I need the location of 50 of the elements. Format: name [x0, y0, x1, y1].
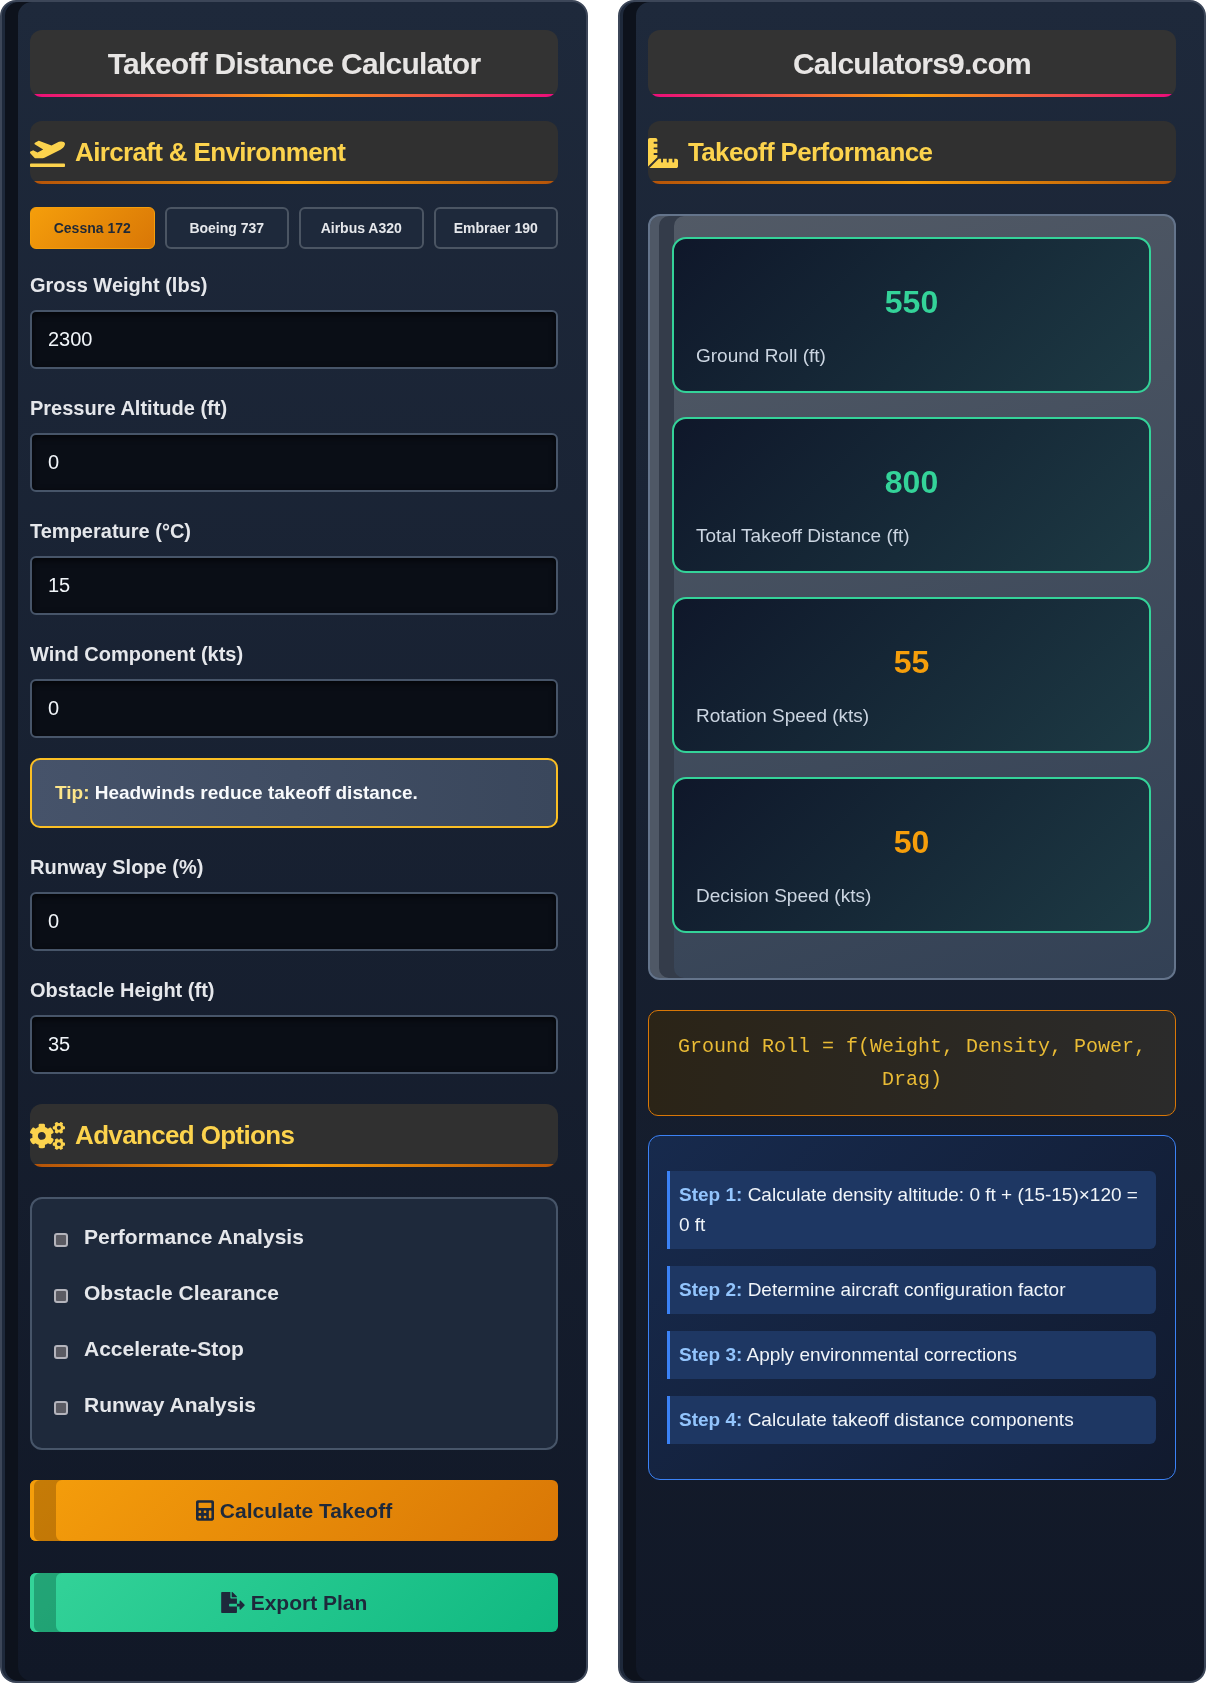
metric-label: Ground Roll (ft): [696, 345, 826, 367]
document-arrow-icon: [220, 1592, 245, 1613]
aircraft-preset-button[interactable]: Embraer 190: [433, 207, 558, 249]
tip-note: Tip: Headwinds reduce takeoff distance.: [30, 758, 558, 828]
page-title: Takeoff Distance Calculator: [30, 30, 558, 97]
step-item: Step 1: Calculate density altitude: 0 ft + (15-15)×120 = 0 ft: [667, 1171, 1156, 1249]
number-input[interactable]: 0: [30, 679, 558, 738]
gears-icon: [30, 1121, 65, 1150]
metric-label: Total Takeoff Distance (ft): [696, 525, 910, 547]
field-label: Gross Weight (lbs): [30, 274, 208, 296]
section-title: Takeoff Performance: [688, 136, 933, 169]
option-label[interactable]: Accelerate-Stop: [84, 1333, 244, 1365]
option-label[interactable]: Performance Analysis: [84, 1221, 304, 1253]
metric-label: Rotation Speed (kts): [696, 705, 870, 727]
checkbox[interactable]: [54, 1233, 68, 1247]
section-title: Aircraft & Environment: [75, 136, 346, 169]
calculator-icon: [195, 1500, 214, 1521]
metric-value: 55: [893, 643, 930, 682]
checkbox[interactable]: [54, 1289, 68, 1303]
section-title: Advanced Options: [75, 1119, 295, 1152]
number-input[interactable]: 15: [30, 556, 558, 615]
metric-value: 50: [893, 823, 930, 862]
number-input[interactable]: 0: [30, 433, 558, 492]
field-label: Temperature (°C): [30, 520, 191, 542]
number-input[interactable]: 2300: [30, 310, 558, 369]
option-label[interactable]: Obstacle Clearance: [84, 1277, 279, 1309]
aircraft-preset-button[interactable]: Cessna 172: [30, 207, 155, 249]
export-button[interactable]: Export Plan: [30, 1573, 558, 1632]
field-label: Runway Slope (%): [30, 856, 204, 878]
step-item: Step 3: Apply environmental corrections: [667, 1331, 1156, 1379]
field-label: Wind Component (kts): [30, 643, 244, 665]
metric-label: Decision Speed (kts): [696, 885, 872, 907]
metric-value: 800: [884, 463, 939, 502]
aircraft-preset-button[interactable]: Airbus A320: [299, 207, 424, 249]
formula-panel: Ground Roll = f(Weight, Density, Power, Drag): [648, 1010, 1176, 1116]
site-title: Calculators9.com: [648, 30, 1176, 97]
number-input[interactable]: 35: [30, 1015, 558, 1074]
step-item: Step 2: Determine aircraft configuration factor: [667, 1266, 1156, 1314]
checkbox[interactable]: [54, 1345, 68, 1359]
airplane-icon: [30, 138, 65, 167]
option-label[interactable]: Runway Analysis: [84, 1389, 256, 1421]
metric-value: 550: [884, 283, 939, 322]
calculate-button[interactable]: Calculate Takeoff: [30, 1480, 558, 1541]
number-input[interactable]: 0: [30, 892, 558, 951]
field-label: Pressure Altitude (ft): [30, 397, 228, 419]
field-label: Obstacle Height (ft): [30, 979, 215, 1001]
ruler-icon: [648, 137, 678, 168]
step-item: Step 4: Calculate takeoff distance components: [667, 1396, 1156, 1444]
aircraft-preset-button[interactable]: Boeing 737: [164, 207, 289, 249]
checkbox[interactable]: [54, 1401, 68, 1415]
